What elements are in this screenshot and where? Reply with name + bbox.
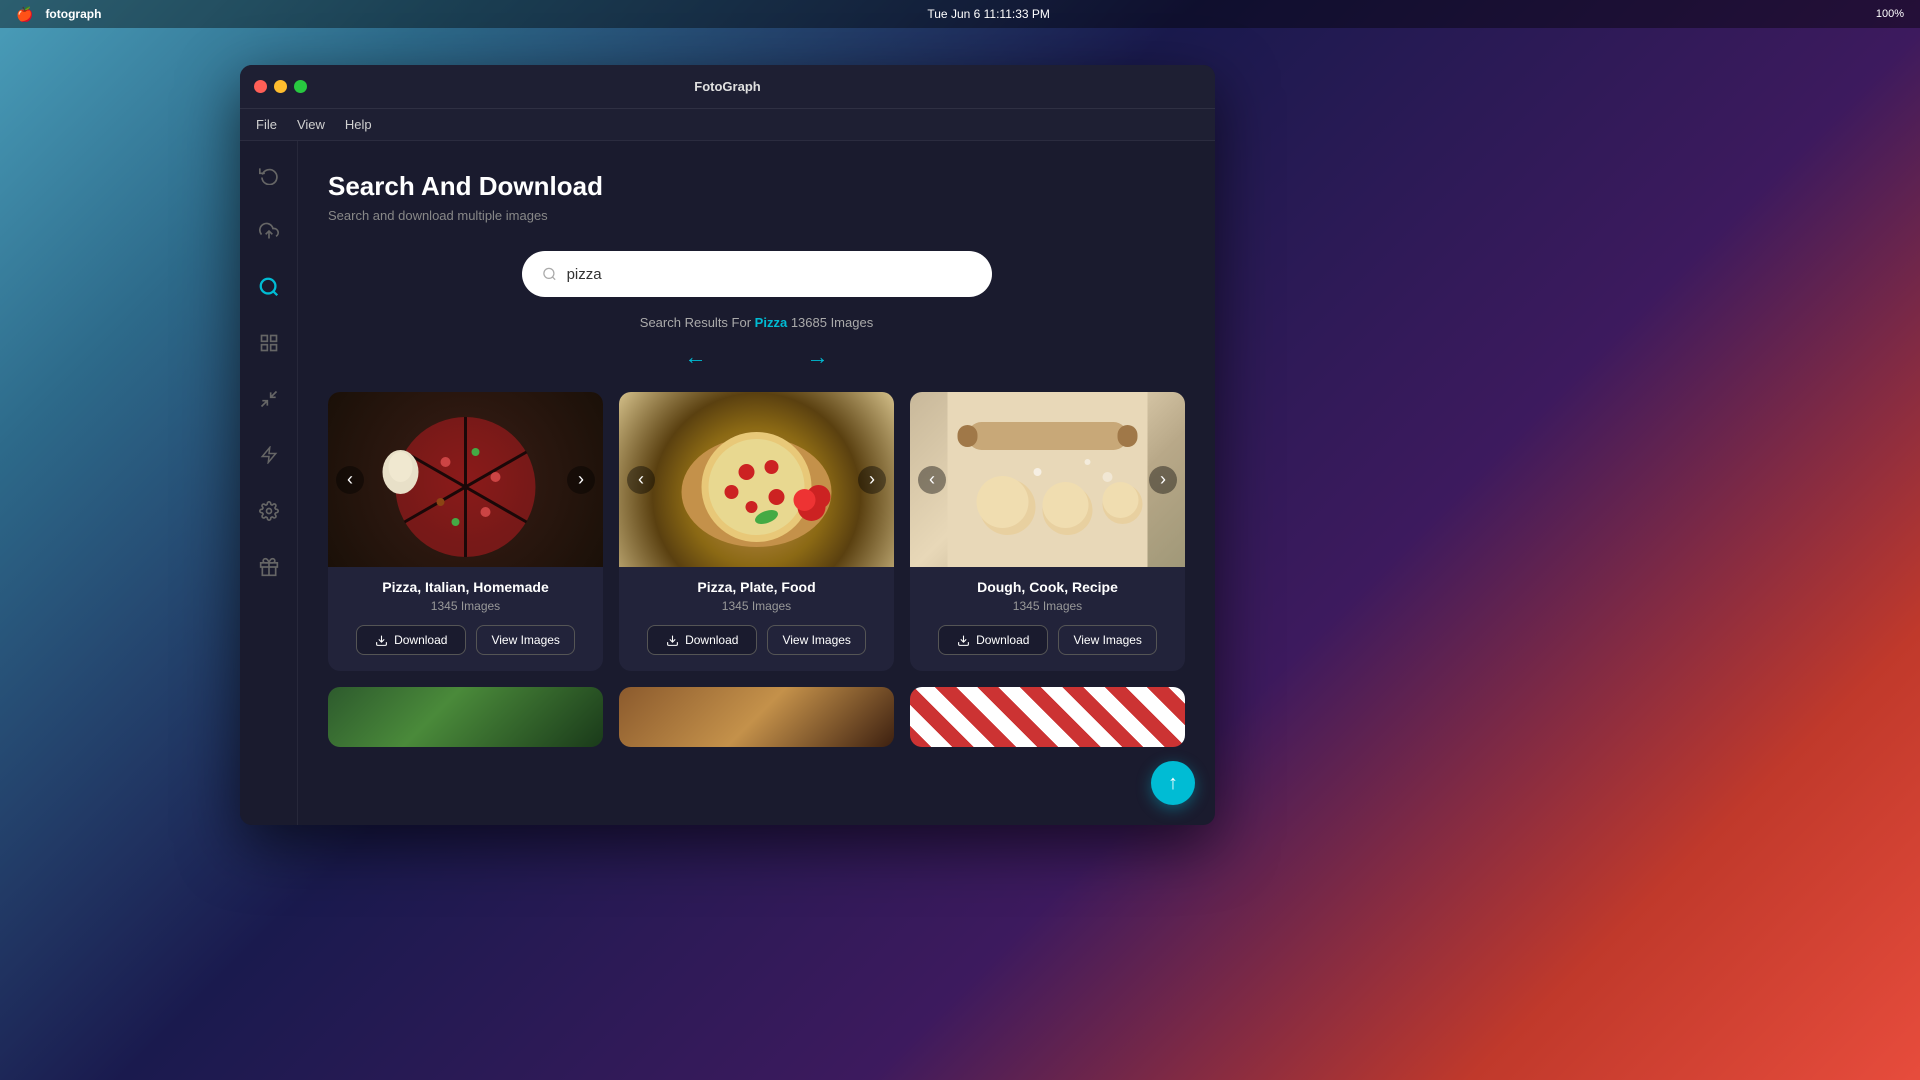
page-subtitle: Search and download multiple images — [328, 208, 1185, 223]
image-grid: ‹ › Pizza, Italian, Homemade 1345 Images — [328, 392, 1185, 671]
card-3-view-button[interactable]: View Images — [1058, 625, 1156, 655]
card-image-4 — [328, 687, 603, 747]
image-grid-row2 — [328, 687, 1185, 747]
search-icon — [542, 266, 557, 282]
menu-view[interactable]: View — [297, 117, 325, 132]
search-container — [328, 251, 1185, 297]
search-input[interactable] — [567, 266, 972, 283]
card-1-view-button[interactable]: View Images — [476, 625, 574, 655]
image-card-6 — [910, 687, 1185, 747]
sidebar-item-gift[interactable] — [255, 553, 283, 581]
pagination: ← → — [328, 344, 1185, 370]
card-2-prev-button[interactable]: ‹ — [627, 466, 655, 494]
sidebar-item-search[interactable] — [255, 273, 283, 301]
results-info: Search Results For Pizza 13685 Images — [328, 315, 1185, 330]
card-2-count: 1345 Images — [635, 599, 878, 613]
card-image-6 — [910, 687, 1185, 747]
search-query-label: Pizza — [755, 315, 788, 330]
card-3-count: 1345 Images — [926, 599, 1169, 613]
macos-topbar: 🍎 fotograph Tue Jun 6 11:11:33 PM 100% — [0, 0, 1920, 28]
app-window: FotoGraph File View Help — [240, 65, 1215, 825]
menu-bar: File View Help — [240, 109, 1215, 141]
card-2-title: Pizza, Plate, Food — [635, 579, 878, 595]
minimize-button[interactable] — [274, 80, 287, 93]
card-1-title: Pizza, Italian, Homemade — [344, 579, 587, 595]
card-2-body: Pizza, Plate, Food 1345 Images Download — [619, 567, 894, 671]
traffic-lights — [254, 80, 307, 93]
image-card-5 — [619, 687, 894, 747]
close-button[interactable] — [254, 80, 267, 93]
apple-logo-icon: 🍎 — [16, 6, 33, 23]
card-1-next-button[interactable]: › — [567, 466, 595, 494]
next-page-button[interactable]: → — [807, 344, 829, 370]
sidebar-item-settings[interactable] — [255, 497, 283, 525]
sidebar-item-shrink[interactable] — [255, 385, 283, 413]
download-icon — [375, 634, 388, 647]
image-card-3: ‹ › Dough, Cook, Recipe 1345 Images — [910, 392, 1185, 671]
card-3-next-button[interactable]: › — [1149, 466, 1177, 494]
card-3-title: Dough, Cook, Recipe — [926, 579, 1169, 595]
card-1-count: 1345 Images — [344, 599, 587, 613]
sidebar-item-upload[interactable] — [255, 217, 283, 245]
card-image-3: ‹ › — [910, 392, 1185, 567]
image-card-1: ‹ › Pizza, Italian, Homemade 1345 Images — [328, 392, 603, 671]
card-image-5 — [619, 687, 894, 747]
search-box — [522, 251, 992, 297]
image-card-2: ‹ › Pizza, Plate, Food 1345 Images — [619, 392, 894, 671]
card-3-actions: Download View Images — [926, 625, 1169, 655]
card-1-prev-button[interactable]: ‹ — [336, 466, 364, 494]
sidebar-item-lightning[interactable] — [255, 441, 283, 469]
card-2-actions: Download View Images — [635, 625, 878, 655]
sidebar-item-recycle[interactable] — [255, 161, 283, 189]
topbar-time: Tue Jun 6 11:11:33 PM — [927, 7, 1050, 21]
window-title: FotoGraph — [694, 79, 760, 94]
card-1-download-button[interactable]: Download — [356, 625, 466, 655]
card-2-view-button[interactable]: View Images — [767, 625, 865, 655]
card-3-body: Dough, Cook, Recipe 1345 Images Download — [910, 567, 1185, 671]
sidebar-item-grid[interactable] — [255, 329, 283, 357]
topbar-app-name: fotograph — [45, 7, 101, 21]
card-1-actions: Download View Images — [344, 625, 587, 655]
card-image-2: ‹ › — [619, 392, 894, 567]
menu-help[interactable]: Help — [345, 117, 372, 132]
download-icon — [666, 634, 679, 647]
download-icon — [957, 634, 970, 647]
card-2-download-button[interactable]: Download — [647, 625, 757, 655]
content-area: Search And Download Search and download … — [298, 141, 1215, 825]
main-layout: Search And Download Search and download … — [240, 141, 1215, 825]
card-2-next-button[interactable]: › — [858, 466, 886, 494]
sidebar — [240, 141, 298, 825]
title-bar: FotoGraph — [240, 65, 1215, 109]
card-3-prev-button[interactable]: ‹ — [918, 466, 946, 494]
menu-file[interactable]: File — [256, 117, 277, 132]
image-card-4 — [328, 687, 603, 747]
maximize-button[interactable] — [294, 80, 307, 93]
prev-page-button[interactable]: ← — [685, 344, 707, 370]
card-image-1: ‹ › — [328, 392, 603, 567]
page-title: Search And Download — [328, 171, 1185, 202]
card-3-download-button[interactable]: Download — [938, 625, 1048, 655]
battery-indicator: 100% — [1876, 8, 1904, 20]
scroll-top-button[interactable]: ↑ — [1151, 761, 1195, 805]
card-1-body: Pizza, Italian, Homemade 1345 Images Dow… — [328, 567, 603, 671]
